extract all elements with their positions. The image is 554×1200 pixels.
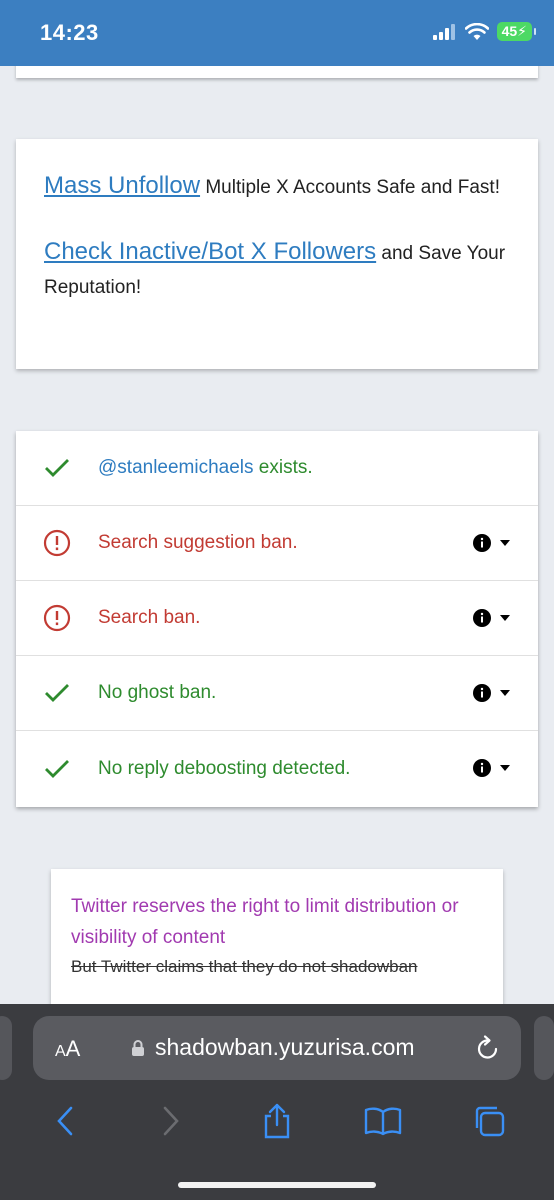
- book-icon: [364, 1107, 402, 1136]
- battery-level: 45: [501, 23, 518, 39]
- share-button[interactable]: [247, 1103, 307, 1139]
- check-icon: [45, 759, 69, 778]
- home-indicator[interactable]: [178, 1182, 376, 1188]
- ghost-ban-info-toggle[interactable]: [472, 683, 510, 703]
- previous-tab-peek[interactable]: [0, 1016, 12, 1080]
- caret-down-icon: [500, 540, 510, 546]
- caret-down-icon: [500, 615, 510, 621]
- results-card: @stanleemichaels exists. Search suggesti…: [16, 431, 538, 807]
- bookmarks-button[interactable]: [353, 1106, 413, 1136]
- caret-down-icon: [500, 765, 510, 771]
- wifi-icon: [464, 22, 489, 40]
- search-ban-info-toggle[interactable]: [472, 608, 510, 628]
- check-icon: [45, 459, 69, 477]
- charging-icon: ⚡: [517, 23, 527, 39]
- twitter-policy-text: Twitter reserves the right to limit dist…: [71, 896, 459, 948]
- back-button[interactable]: [35, 1106, 95, 1136]
- forward-chevron-icon: [163, 1106, 179, 1136]
- back-chevron-icon: [57, 1106, 73, 1136]
- safari-bottom-bar: AA shadowban.yuzurisa.com: [0, 1004, 554, 1200]
- alert-circle-icon: [43, 529, 71, 557]
- next-tab-peek[interactable]: [534, 1016, 554, 1080]
- twitter-claim-text: But Twitter claims that they do not shad…: [71, 957, 418, 976]
- browser-toolbar: [0, 1096, 554, 1146]
- suggestion-ban-info-toggle[interactable]: [472, 533, 510, 553]
- result-row-reply-deboosting: No reply deboosting detected.: [16, 731, 538, 806]
- promo-text-1: Multiple X Accounts Safe and Fast!: [200, 177, 500, 198]
- promo-line-followers: Check Inactive/Bot X Followers and Save …: [44, 235, 510, 305]
- status-bar: 14:23 45⚡: [0, 0, 554, 66]
- mass-unfollow-link[interactable]: Mass Unfollow: [44, 172, 200, 199]
- info-icon: [473, 759, 491, 777]
- suggestion-ban-text: Search suggestion ban.: [98, 532, 298, 553]
- lock-icon: [132, 1039, 144, 1056]
- result-row-search-ban: Search ban.: [16, 581, 538, 656]
- share-icon: [264, 1103, 290, 1139]
- exists-text: exists.: [253, 457, 313, 478]
- status-icons: 45⚡: [432, 22, 537, 41]
- info-icon: [473, 684, 491, 702]
- promo-card: Mass Unfollow Multiple X Accounts Safe a…: [16, 139, 538, 369]
- info-icon: [473, 609, 491, 627]
- page-settings-button[interactable]: AA: [55, 1036, 80, 1062]
- reply-deboosting-text: No reply deboosting detected.: [98, 757, 351, 779]
- forward-button[interactable]: [141, 1106, 201, 1136]
- caret-down-icon: [500, 690, 510, 696]
- alert-circle-icon: [43, 604, 71, 632]
- result-row-exists: @stanleemichaels exists.: [16, 431, 538, 506]
- result-row-ghost-ban: No ghost ban.: [16, 656, 538, 731]
- reload-icon[interactable]: [475, 1034, 501, 1062]
- tabs-button[interactable]: [459, 1104, 519, 1138]
- battery-indicator: 45⚡: [496, 22, 537, 41]
- tabs-icon: [475, 1106, 505, 1137]
- check-followers-link[interactable]: Check Inactive/Bot X Followers: [44, 238, 376, 265]
- signal-icon: [432, 23, 455, 40]
- check-icon: [45, 684, 69, 702]
- address-bar[interactable]: AA shadowban.yuzurisa.com: [33, 1016, 521, 1080]
- previous-card-edge: [16, 66, 538, 78]
- username-handle: @stanleemichaels: [98, 457, 254, 478]
- notice-card: Twitter reserves the right to limit dist…: [51, 869, 503, 1004]
- info-icon: [473, 534, 491, 552]
- url-text: shadowban.yuzurisa.com: [155, 1034, 415, 1060]
- search-ban-text: Search ban.: [98, 607, 201, 628]
- url-display[interactable]: shadowban.yuzurisa.com: [131, 1034, 415, 1061]
- ghost-ban-text: No ghost ban.: [98, 682, 217, 703]
- page-content: Mass Unfollow Multiple X Accounts Safe a…: [0, 66, 554, 1004]
- status-time: 14:23: [40, 20, 99, 45]
- reply-deboosting-info-toggle[interactable]: [472, 758, 510, 778]
- promo-line-unfollow: Mass Unfollow Multiple X Accounts Safe a…: [44, 169, 510, 205]
- result-row-suggestion-ban: Search suggestion ban.: [16, 506, 538, 581]
